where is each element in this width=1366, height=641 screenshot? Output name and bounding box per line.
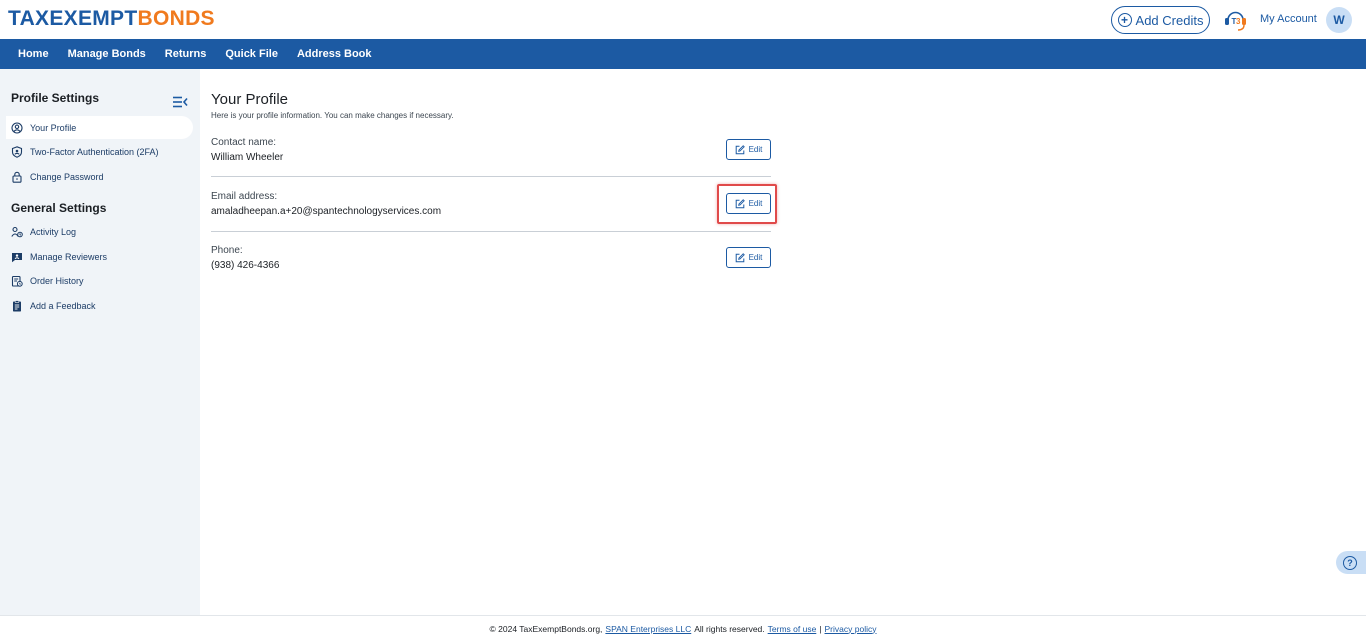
footer-separator: |	[819, 623, 822, 634]
field-value: amaladheepan.a+20@spantechnologyservices…	[211, 206, 442, 217]
t3-support-icon[interactable]: T 3	[1222, 7, 1249, 33]
sidebar-item-label: Add a Feedback	[30, 300, 96, 311]
sidebar-item-label: Your Profile	[30, 122, 77, 133]
edit-icon	[735, 252, 745, 262]
sidebar-item-manage-reviewers[interactable]: Manage Reviewers	[6, 245, 193, 268]
footer: © 2024 TaxExemptBonds.org, SPAN Enterpri…	[0, 615, 1366, 641]
sidebar-item-your-profile[interactable]: Your Profile	[6, 116, 193, 139]
edit-email-button[interactable]: Edit	[726, 193, 771, 214]
field-label: Contact name:	[211, 137, 277, 148]
sidebar-item-label: Two-Factor Authentication (2FA)	[30, 146, 159, 157]
add-credits-button[interactable]: + Add Credits	[1111, 6, 1210, 34]
field-label: Phone:	[211, 245, 243, 256]
sidebar-item-label: Change Password	[30, 171, 104, 182]
feedback-icon	[13, 299, 21, 311]
profile-content: Your Profile Here is your profile inform…	[200, 69, 1366, 615]
order-history-icon	[11, 275, 23, 287]
page-subtitle: Here is your profile information. You ca…	[211, 111, 454, 120]
phone-field: Phone: (938) 426-4366	[211, 245, 771, 271]
logo-text-accent: BONDS	[137, 7, 215, 30]
help-icon: ?	[1343, 555, 1357, 570]
plus-circle-icon: +	[1117, 13, 1132, 27]
add-credits-label: Add Credits	[1135, 12, 1204, 28]
shield-user-icon	[11, 145, 23, 158]
main-nav: Home Manage Bonds Returns Quick File Add…	[0, 39, 1366, 69]
sidebar-item-label: Order History	[30, 275, 84, 286]
lock-icon	[12, 171, 22, 183]
footer-terms-link[interactable]: Terms of use	[768, 624, 817, 634]
sidebar-item-activity-log[interactable]: Activity Log	[6, 220, 193, 243]
edit-label: Edit	[748, 145, 763, 154]
edit-icon	[735, 144, 745, 154]
svg-text:3: 3	[1236, 17, 1241, 26]
divider	[211, 231, 771, 232]
email-address-field: Email address: amaladheepan.a+20@spantec…	[211, 191, 771, 217]
field-value: (938) 426-4366	[211, 260, 280, 271]
logo-text-primary: TAXEXEMPT	[8, 7, 138, 30]
edit-phone-button[interactable]: Edit	[726, 247, 771, 268]
footer-copyright: © 2024 TaxExemptBonds.org,	[489, 623, 603, 634]
collapse-sidebar-icon[interactable]	[172, 93, 188, 108]
nav-returns[interactable]: Returns	[165, 48, 207, 60]
footer-rights: All rights reserved.	[694, 623, 765, 634]
sidebar-item-label: Manage Reviewers	[30, 251, 108, 262]
avatar[interactable]: W	[1326, 7, 1352, 33]
nav-home[interactable]: Home	[18, 48, 49, 60]
divider	[211, 176, 771, 177]
edit-icon	[735, 198, 745, 208]
field-value: William Wheeler	[211, 152, 284, 163]
edit-label: Edit	[748, 199, 763, 208]
sidebar-item-add-feedback[interactable]: Add a Feedback	[6, 294, 193, 317]
top-header: TAXEXEMPTBONDS + Add Credits T 3 My Acco…	[0, 0, 1366, 39]
sidebar-item-order-history[interactable]: Order History	[6, 269, 193, 292]
user-circle-icon	[11, 121, 23, 134]
help-button[interactable]: ?	[1336, 551, 1366, 574]
edit-contact-name-button[interactable]: Edit	[726, 139, 771, 160]
activity-log-icon	[11, 226, 23, 237]
field-label: Email address:	[211, 191, 278, 202]
nav-manage-bonds[interactable]: Manage Bonds	[68, 48, 146, 60]
reviewers-icon	[12, 252, 22, 262]
nav-quick-file[interactable]: Quick File	[225, 48, 278, 60]
settings-sidebar: Profile Settings Your Profile Two-Factor…	[0, 69, 200, 615]
site-logo[interactable]: TAXEXEMPTBONDS	[8, 8, 215, 30]
my-account-link[interactable]: My Account	[1260, 13, 1317, 25]
profile-settings-heading: Profile Settings	[11, 91, 100, 105]
nav-address-book[interactable]: Address Book	[297, 48, 372, 60]
footer-privacy-link[interactable]: Privacy policy	[825, 624, 877, 634]
sidebar-item-label: Activity Log	[30, 226, 77, 237]
footer-company-link[interactable]: SPAN Enterprises LLC	[605, 624, 691, 634]
sidebar-item-change-password[interactable]: Change Password	[6, 165, 193, 188]
sidebar-item-2fa[interactable]: Two-Factor Authentication (2FA)	[6, 140, 193, 163]
edit-label: Edit	[748, 253, 763, 262]
general-settings-heading: General Settings	[11, 201, 107, 215]
page-title: Your Profile	[211, 91, 288, 108]
contact-name-field: Contact name: William Wheeler	[211, 137, 771, 163]
